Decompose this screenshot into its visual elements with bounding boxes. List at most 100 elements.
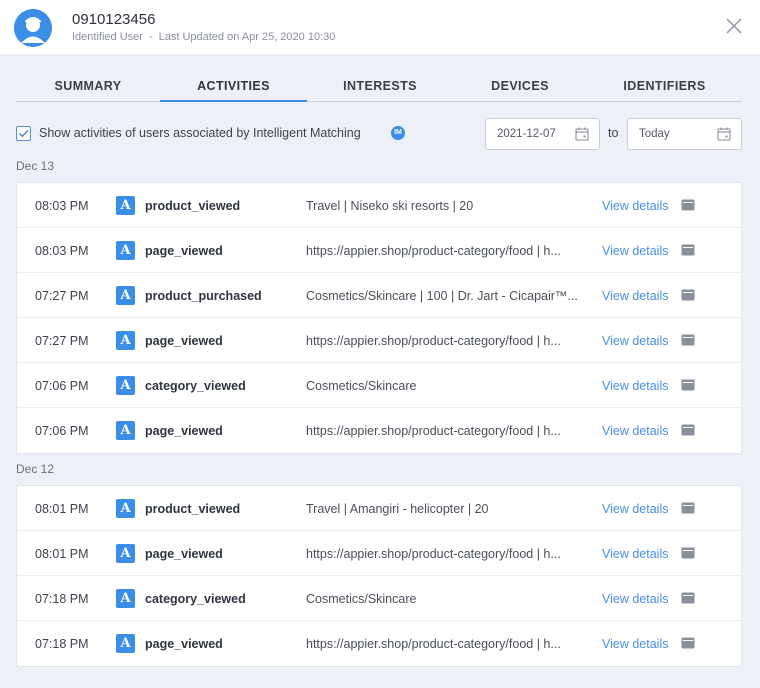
document-icon[interactable] [681, 592, 695, 604]
date-from-input[interactable]: 2021-12-07 [485, 118, 600, 150]
app-a-icon: A [116, 241, 135, 260]
calendar-icon[interactable] [575, 127, 589, 141]
view-details-link[interactable]: View details [602, 424, 668, 438]
activity-row[interactable]: 08:01 PM Apage_viewed https://appier.shop/… [17, 531, 741, 576]
activity-detail: https://appier.shop/product-category/foo… [306, 244, 561, 258]
last-updated: Last Updated on Apr 25, 2020 10:30 [158, 31, 336, 43]
tab-bar: SUMMARY ACTIVITIES INTERESTS DEVICES IDE… [16, 72, 742, 102]
intelligent-matching-label: Show activities of users associated by I… [39, 126, 361, 140]
document-icon[interactable] [681, 547, 695, 559]
tab-activities[interactable]: ACTIVITIES [160, 72, 307, 102]
date-to-value: Today [639, 128, 670, 140]
tab-identifiers[interactable]: IDENTIFIERS [587, 72, 742, 101]
user-type: Identified User [72, 31, 143, 43]
view-details-link[interactable]: View details [602, 547, 668, 561]
activity-event: page_viewed [145, 334, 223, 348]
tab-summary[interactable]: SUMMARY [16, 72, 160, 101]
separator: - [148, 31, 153, 43]
activity-detail: https://appier.shop/product-category/foo… [306, 334, 561, 348]
activity-detail: Cosmetics/Skincare | 100 | Dr. Jart - Ci… [306, 289, 578, 303]
document-icon[interactable] [681, 334, 695, 346]
view-details-link[interactable]: View details [602, 502, 668, 516]
close-icon[interactable] [724, 16, 744, 36]
activity-row[interactable]: 07:06 PM Apage_viewed https://appier.shop/… [17, 408, 741, 453]
activity-filter: Show activities of users associated by I… [16, 118, 742, 150]
activity-row[interactable]: 08:01 PM Aproduct_viewed Travel | Amangiri… [17, 486, 741, 531]
activity-row[interactable]: 07:06 PM Acategory_viewed Cosmetics/Skinca… [17, 363, 741, 408]
activity-detail: Travel | Amangiri - helicopter | 20 [306, 502, 489, 516]
calendar-icon[interactable] [717, 127, 731, 141]
view-details-link[interactable]: View details [602, 592, 668, 606]
document-icon[interactable] [681, 289, 695, 301]
view-details-link[interactable]: View details [602, 289, 668, 303]
view-details-link[interactable]: View details [602, 379, 668, 393]
activity-detail: Cosmetics/Skincare [306, 592, 417, 606]
day-label: Dec 12 [16, 462, 55, 476]
activity-row[interactable]: 07:18 PM Apage_viewed https://appier.shop/… [17, 621, 741, 666]
document-icon[interactable] [681, 244, 695, 256]
activity-event: product_viewed [145, 502, 241, 516]
activity-event: page_viewed [145, 637, 223, 651]
view-details-link[interactable]: View details [602, 637, 668, 651]
date-range-to-label: to [608, 126, 619, 140]
activity-time: 08:01 PM [35, 547, 89, 561]
activity-event: page_viewed [145, 244, 223, 258]
activity-event: category_viewed [145, 592, 246, 606]
user-avatar-icon [14, 9, 52, 47]
activity-time: 08:03 PM [35, 199, 89, 213]
user-profile-panel: 0910123456 Identified User - Last Updated … [0, 0, 760, 688]
view-details-link[interactable]: View details [602, 244, 668, 258]
document-icon[interactable] [681, 502, 695, 514]
activity-list: 08:03 PM Aproduct_viewed Travel | Niseko s… [16, 182, 742, 454]
activity-row[interactable]: 07:27 PM Aproduct_purchased Cosmetics/Skin… [17, 273, 741, 318]
user-id: 0910123456 [72, 11, 156, 28]
activity-event: page_viewed [145, 547, 223, 561]
app-a-icon: A [116, 634, 135, 653]
user-subline: Identified User - Last Updated on Apr 25, … [72, 31, 335, 43]
app-a-icon: A [116, 196, 135, 215]
activity-event: page_viewed [145, 424, 223, 438]
activity-time: 07:18 PM [35, 592, 89, 606]
activity-detail: https://appier.shop/product-category/foo… [306, 424, 561, 438]
activity-list: 08:01 PM Aproduct_viewed Travel | Amangiri… [16, 485, 742, 667]
date-to-input[interactable]: Today [627, 118, 742, 150]
activity-detail: Cosmetics/Skincare [306, 379, 417, 393]
activity-time: 08:03 PM [35, 244, 89, 258]
app-a-icon: A [116, 331, 135, 350]
tab-devices[interactable]: DEVICES [453, 72, 587, 101]
activity-row[interactable]: 08:03 PM Apage_viewed https://appier.shop/… [17, 228, 741, 273]
tab-interests[interactable]: INTERESTS [307, 72, 453, 101]
profile-header: 0910123456 Identified User - Last Updated … [0, 0, 760, 54]
app-a-icon: A [116, 589, 135, 608]
activity-detail: https://appier.shop/product-category/foo… [306, 637, 561, 651]
app-a-icon: A [116, 421, 135, 440]
document-icon[interactable] [681, 424, 695, 436]
app-a-icon: A [116, 544, 135, 563]
intelligent-matching-icon: IM [391, 126, 405, 140]
activity-time: 07:27 PM [35, 289, 89, 303]
activity-event: category_viewed [145, 379, 246, 393]
activity-row[interactable]: 07:18 PM Acategory_viewed Cosmetics/Skinca… [17, 576, 741, 621]
activity-detail: Travel | Niseko ski resorts | 20 [306, 199, 474, 213]
document-icon[interactable] [681, 379, 695, 391]
activity-time: 07:06 PM [35, 424, 89, 438]
activity-event: product_viewed [145, 199, 241, 213]
activity-event: product_purchased [145, 289, 262, 303]
day-label: Dec 13 [16, 159, 55, 173]
view-details-link[interactable]: View details [602, 334, 668, 348]
view-details-link[interactable]: View details [602, 199, 668, 213]
app-a-icon: A [116, 286, 135, 305]
document-icon[interactable] [681, 199, 695, 211]
activity-row[interactable]: 07:27 PM Apage_viewed https://appier.shop/… [17, 318, 741, 363]
app-a-icon: A [116, 499, 135, 518]
activity-time: 08:01 PM [35, 502, 89, 516]
app-a-icon: A [116, 376, 135, 395]
activity-time: 07:27 PM [35, 334, 89, 348]
intelligent-matching-checkbox[interactable] [16, 126, 31, 141]
activity-row[interactable]: 08:03 PM Aproduct_viewed Travel | Niseko s… [17, 183, 741, 228]
document-icon[interactable] [681, 637, 695, 649]
activity-detail: https://appier.shop/product-category/foo… [306, 547, 561, 561]
activity-time: 07:18 PM [35, 637, 89, 651]
date-from-value: 2021-12-07 [497, 128, 556, 140]
activity-time: 07:06 PM [35, 379, 89, 393]
